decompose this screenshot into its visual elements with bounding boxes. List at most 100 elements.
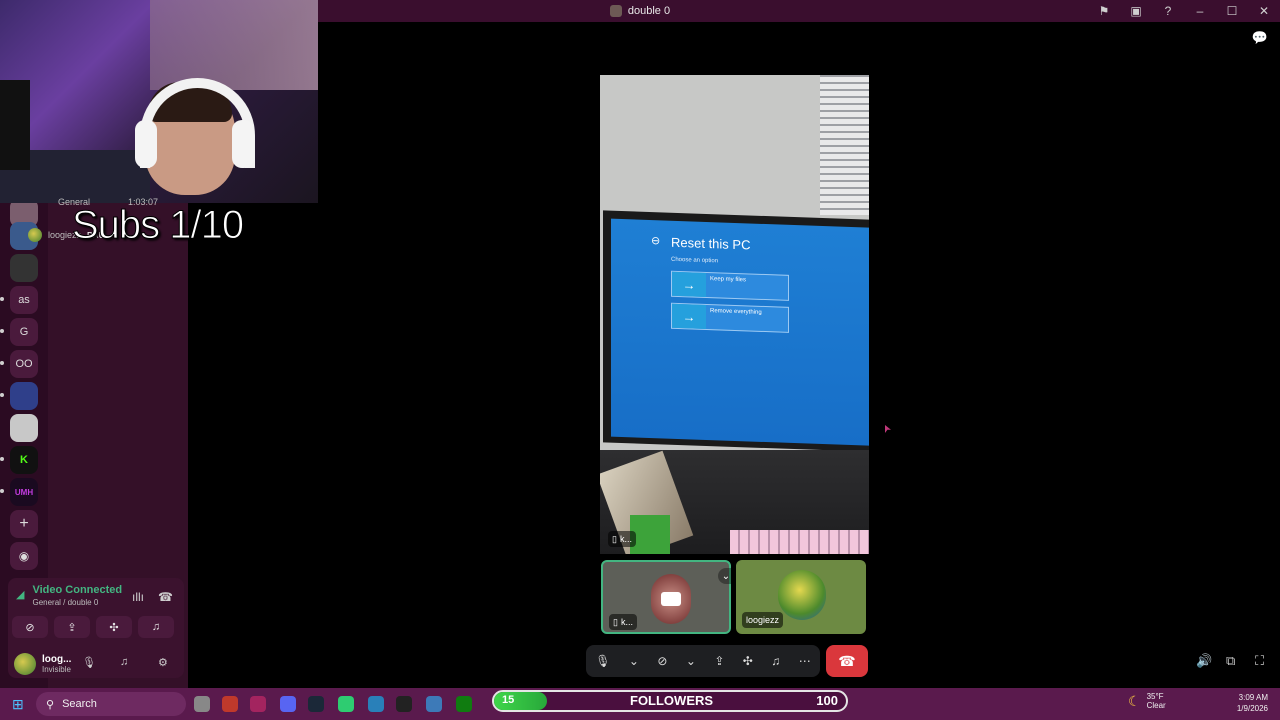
followers-count: 15 — [502, 694, 515, 706]
unread-indicator — [0, 393, 4, 397]
close-button[interactable]: ✕ — [1248, 0, 1280, 22]
share-screen-icon[interactable]: ⇪ — [714, 654, 724, 668]
participant-tile[interactable]: ▯ k... — [601, 560, 731, 634]
option-label: Keep my files — [710, 276, 747, 284]
streamer-name: k... — [619, 534, 632, 544]
inbox-icon[interactable]: ▣ — [1120, 0, 1152, 22]
voice-location[interactable]: General / double 0 — [32, 598, 122, 607]
server-g[interactable]: G — [10, 318, 38, 346]
app-icon-1[interactable] — [194, 696, 210, 712]
activities-icon[interactable]: ✣ — [743, 654, 753, 668]
soundboard-button[interactable]: ♫ — [138, 616, 174, 638]
minimize-button[interactable]: – — [1184, 0, 1216, 22]
unread-indicator — [0, 457, 4, 461]
window-title-text: double 0 — [627, 5, 671, 17]
voice-status: ◢ Video Connected General / double 0 — [16, 584, 122, 607]
toggle-camera-button[interactable]: ⊘ — [12, 616, 48, 638]
umh-server-icon[interactable]: UMH — [10, 478, 38, 506]
settings-icon[interactable] — [426, 696, 442, 712]
streamer-tag: ▯ k... — [608, 531, 636, 547]
stream-video[interactable]: ⊖ Reset this PC Choose an option → Keep … — [600, 75, 869, 554]
subs-goal-overlay: Subs 1/10 — [71, 203, 244, 248]
webcam-overlay — [0, 0, 318, 203]
xbox-icon[interactable] — [456, 696, 472, 712]
arrow-right-icon: → — [672, 271, 706, 297]
server-label: as — [18, 294, 30, 306]
activities-button[interactable]: ✣ — [96, 616, 132, 638]
server-icon-5[interactable] — [10, 414, 38, 442]
microphone-icon[interactable]: 🎙 — [595, 654, 610, 668]
headphone-cup — [135, 120, 157, 168]
server-icon-4[interactable] — [10, 382, 38, 410]
user-name[interactable]: loog... — [42, 654, 71, 665]
back-arrow-icon: ⊖ — [651, 235, 661, 248]
search-icon: ⚲ — [46, 698, 55, 711]
kick-twitch-server-icon[interactable]: K — [10, 446, 38, 474]
noise-suppression-icon[interactable]: ıllı — [132, 590, 144, 604]
server-icon-3[interactable] — [10, 254, 38, 282]
hang-up-button[interactable]: ☎ — [826, 645, 868, 677]
stream-monitor-screen: ⊖ Reset this PC Choose an option → Keep … — [611, 218, 869, 446]
volume-icon[interactable]: 🔊 — [1196, 653, 1212, 669]
server-label: G — [19, 326, 29, 338]
start-windows-icon[interactable]: ⊞ — [12, 696, 24, 713]
weather-temp: 35°F — [1146, 692, 1164, 701]
app-icon-3[interactable] — [250, 696, 266, 712]
app-icon-2[interactable] — [222, 696, 238, 712]
chat-icon[interactable]: 💬 — [1252, 30, 1268, 46]
microphone-icon[interactable]: 🎙 — [82, 656, 96, 669]
app-root: double 0 ⚑ ▣ ? – ☐ ✕ as G OO K UMH + ◉ l… — [0, 0, 1280, 720]
signal-icon[interactable]: ◢ — [16, 588, 24, 607]
window-title: double 0 — [609, 5, 671, 17]
maximize-button[interactable]: ☐ — [1216, 0, 1248, 22]
chevron-down-icon[interactable]: ⌄ — [722, 571, 730, 582]
headphone-cup — [232, 120, 254, 168]
share-screen-button[interactable]: ⇪ — [54, 616, 90, 638]
webcam-mic — [0, 80, 30, 170]
discord-icon[interactable] — [280, 696, 296, 712]
help-icon[interactable]: ? — [1152, 0, 1184, 22]
weather-widget[interactable]: ☾ 35°F Clear — [1128, 692, 1166, 710]
headphones-toggle-icon[interactable]: ♫ — [120, 656, 128, 668]
option-label: Remove everything — [710, 308, 762, 316]
fullscreen-icon[interactable]: ⛶ — [1255, 653, 1264, 669]
steam-icon[interactable] — [308, 696, 324, 712]
pop-out-icon[interactable]: ⧉ — [1226, 653, 1235, 669]
unread-indicator — [0, 361, 4, 365]
app-icon-5[interactable] — [396, 696, 412, 712]
add-server-icon[interactable]: + — [10, 510, 38, 538]
stream-figure-legs — [630, 515, 670, 554]
camera-off-icon[interactable]: ⊘ — [657, 654, 667, 668]
participant-tag: ▯ k... — [609, 614, 637, 630]
avatar — [28, 228, 42, 242]
discover-icon[interactable]: ◉ — [10, 542, 38, 570]
moon-icon: ☾ — [1128, 692, 1141, 709]
participant-tile[interactable]: loogiezz — [736, 560, 866, 634]
clock-time: 3:09 AM — [1238, 693, 1268, 702]
camera-icon — [661, 592, 681, 606]
participant-name: loogiezz — [746, 615, 780, 625]
unread-indicator — [0, 297, 4, 301]
server-icon — [609, 5, 622, 17]
avatar[interactable] — [14, 653, 36, 675]
call-controls: 🎙 ⌄ ⊘ ⌄ ⇪ ✣ ♫ ⋯ — [586, 645, 820, 677]
stream-window-blinds — [820, 75, 869, 215]
avatar — [778, 570, 826, 620]
app-icon-4[interactable] — [368, 696, 384, 712]
disconnect-icon[interactable]: ☎ — [158, 590, 173, 604]
flag-icon[interactable]: ⚑ — [1088, 0, 1120, 22]
taskbar-search[interactable]: ⚲ Search — [36, 692, 186, 716]
server-as[interactable]: as — [10, 286, 38, 314]
followers-goal-bar: 15 FOLLOWERS 100 — [492, 690, 848, 712]
keep-files-option: → Keep my files — [671, 270, 789, 301]
more-icon[interactable]: ⋯ — [799, 654, 811, 668]
chrome-icon[interactable] — [338, 696, 354, 712]
server-oo[interactable]: OO — [10, 350, 38, 378]
settings-gear-icon[interactable]: ⚙ — [158, 656, 168, 669]
chevron-down-icon[interactable]: ⌄ — [686, 654, 696, 668]
soundboard-icon[interactable]: ♫ — [771, 654, 780, 668]
chevron-down-icon[interactable]: ⌄ — [629, 654, 639, 668]
mobile-icon: ▯ — [613, 616, 618, 627]
search-label: Search — [62, 698, 97, 710]
system-clock[interactable]: 3:09 AM 1/9/2026 — [1237, 692, 1268, 714]
